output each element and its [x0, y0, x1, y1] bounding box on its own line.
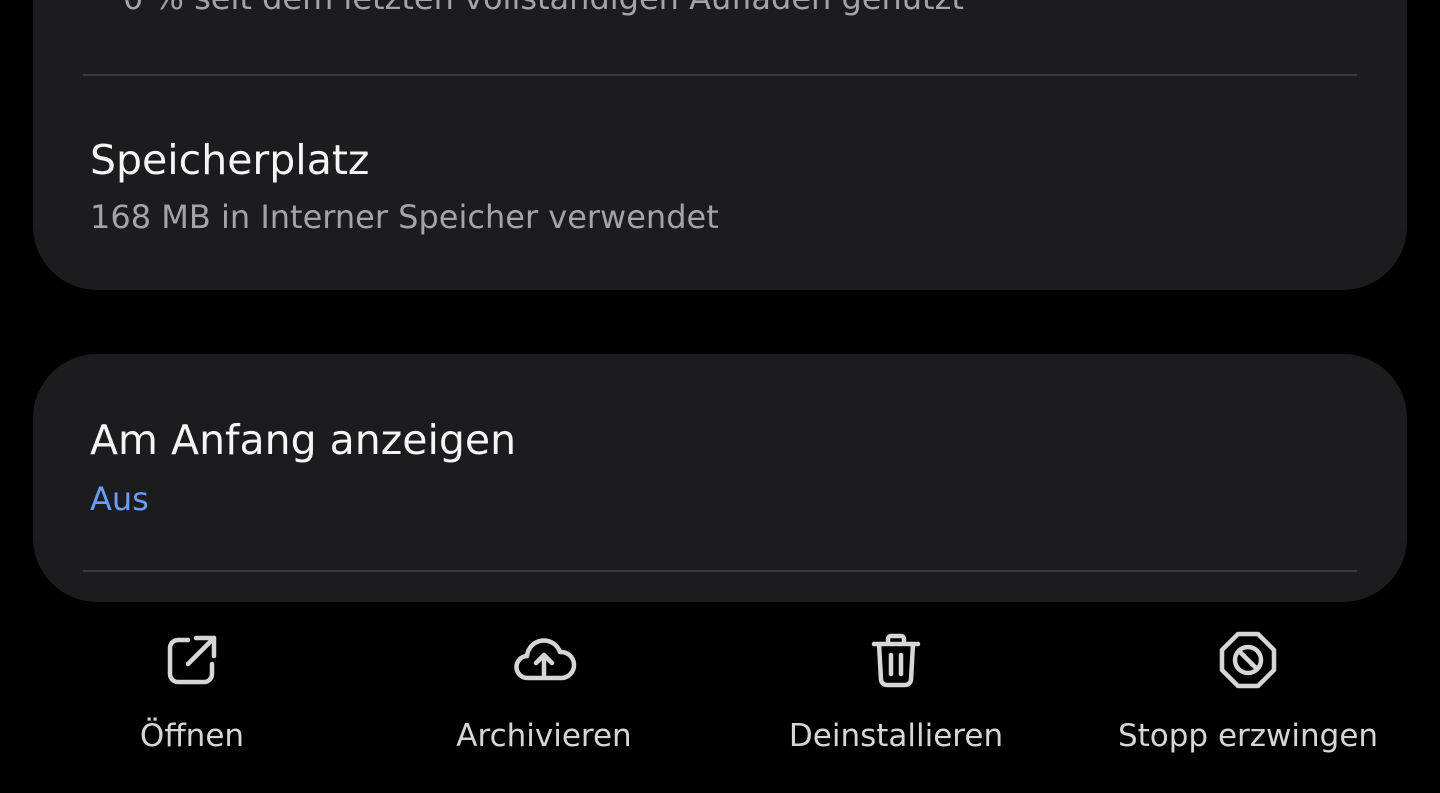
storage-subtitle: 168 MB in Interner Speicher verwendet	[90, 198, 719, 236]
show-on-top-item[interactable]: Am Anfang anzeigen Aus	[90, 416, 1380, 519]
storage-title: Speicherplatz	[90, 136, 370, 184]
archive-label: Archivieren	[456, 718, 632, 754]
force-stop-button[interactable]: Stopp erzwingen	[1088, 620, 1408, 780]
storage-item[interactable]: Speicherplatz 168 MB in Interner Speiche…	[90, 136, 1380, 237]
open-button[interactable]: Öffnen	[32, 620, 352, 780]
force-stop-label: Stopp erzwingen	[1117, 718, 1379, 754]
archive-button[interactable]: Archivieren	[384, 620, 704, 780]
stop-block-icon	[1219, 631, 1277, 689]
open-external-icon	[167, 635, 217, 685]
uninstall-label: Deinstallieren	[788, 718, 1004, 754]
divider	[83, 570, 1357, 572]
app-info-screen: 0 % seit dem letzten vollständigen Aufla…	[0, 0, 1440, 793]
open-label: Öffnen	[139, 718, 245, 754]
show-on-top-title: Am Anfang anzeigen	[90, 416, 517, 464]
battery-usage-subtitle: 0 % seit dem letzten vollständigen Aufla…	[123, 0, 964, 18]
cloud-upload-icon	[514, 638, 577, 681]
bottom-action-bar: Öffnen Archivieren Deinstallieren Stopp …	[0, 620, 1440, 793]
show-on-top-value: Aus	[90, 480, 149, 518]
divider	[83, 74, 1357, 76]
trash-icon	[871, 633, 921, 688]
uninstall-button[interactable]: Deinstallieren	[736, 620, 1056, 780]
